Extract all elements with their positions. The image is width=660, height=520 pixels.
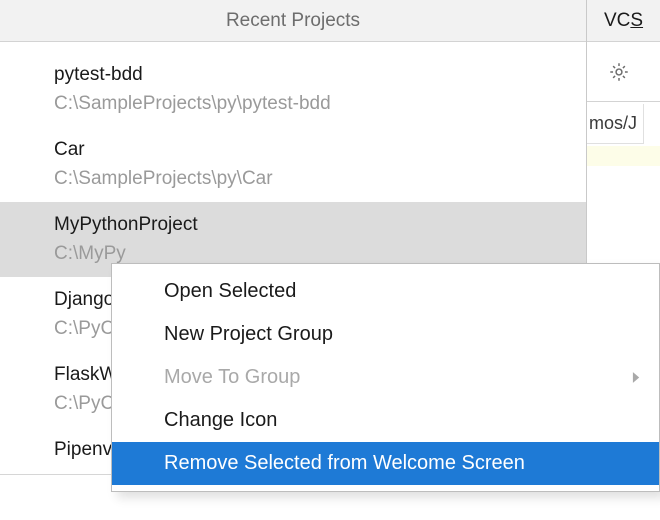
vcs-menu[interactable]: VCS: [587, 0, 660, 42]
project-path: C:\SampleProjects\py\pytest-bdd: [54, 90, 532, 119]
chevron-right-icon: [632, 371, 641, 384]
editor-tab-row: mos/J: [587, 102, 660, 146]
menu-item-new-project-group[interactable]: New Project Group: [112, 313, 659, 356]
context-menu: Open Selected New Project Group Move To …: [111, 263, 660, 492]
editor-tab-label: mos/J: [589, 113, 637, 134]
project-name: pytest-bdd: [54, 61, 532, 90]
menu-item-label: Change Icon: [164, 409, 277, 432]
vcs-menu-label: VCS: [604, 10, 643, 32]
project-path: C:\SampleProjects\py\Car: [54, 165, 532, 194]
menu-item-label: New Project Group: [164, 323, 333, 346]
settings-toolbar: [587, 42, 660, 102]
recent-projects-title: Recent Projects: [226, 10, 360, 32]
menu-item-move-to-group[interactable]: Move To Group: [112, 356, 659, 399]
recent-projects-header: Recent Projects: [0, 0, 586, 42]
menu-item-label: Move To Group: [164, 366, 300, 389]
menu-item-label: Remove Selected from Welcome Screen: [164, 452, 525, 475]
editor-body: [587, 146, 660, 166]
gear-icon[interactable]: [607, 60, 631, 84]
menu-item-open-selected[interactable]: Open Selected: [112, 270, 659, 313]
editor-tab[interactable]: mos/J: [587, 104, 644, 144]
menu-item-remove-selected[interactable]: Remove Selected from Welcome Screen: [112, 442, 659, 485]
menu-item-change-icon[interactable]: Change Icon: [112, 399, 659, 442]
menu-item-label: Open Selected: [164, 280, 296, 303]
project-name: MyPythonProject: [54, 211, 532, 240]
list-item[interactable]: Car C:\SampleProjects\py\Car: [0, 127, 586, 202]
list-item[interactable]: pytest-bdd C:\SampleProjects\py\pytest-b…: [0, 52, 586, 127]
project-name: Car: [54, 136, 532, 165]
